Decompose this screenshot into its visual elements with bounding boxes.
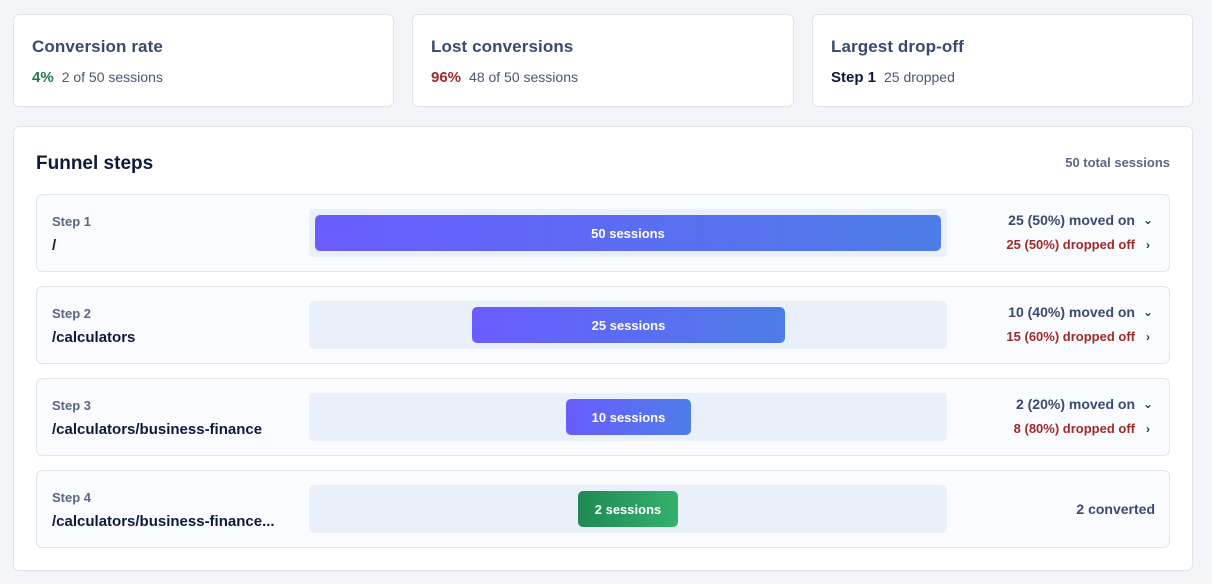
funnel-step-4: Step 4 /calculators/business-finance... … [36,470,1170,548]
moved-on-text: 2 (20%) moved on [1015,396,1135,412]
step-track: 25 sessions [309,301,947,349]
dropped-off-text: 25 (50%) dropped off [1006,237,1135,252]
step-bar: 10 sessions [566,399,691,435]
stat-subtext: 25 dropped [884,69,955,85]
step-label: Step 3 [52,398,92,413]
chevron-down-icon: ⌄ [1142,305,1154,319]
stat-card-lost-conversions: Lost conversions 96% 48 of 50 sessions [412,14,794,107]
stat-card-conversion-rate: Conversion rate 4% 2 of 50 sessions [13,14,394,107]
step-path: /calculators/business-finance [52,421,263,438]
step-path: / [52,237,57,254]
funnel-panel: Funnel steps 50 total sessions Step 1 / … [13,126,1193,571]
dropped-off-link[interactable]: 25 (50%) dropped off › [1006,237,1155,252]
chevron-right-icon: › [1146,329,1150,344]
stat-title: Conversion rate [32,37,163,56]
stat-title: Largest drop-off [831,37,964,56]
step-track: 2 sessions [309,485,947,533]
step-bar: 50 sessions [315,215,941,251]
chevron-right-icon: › [1146,237,1150,252]
stat-value: Step 1 [831,69,877,86]
step-label: Step 2 [52,306,92,321]
step-bar: 2 sessions [578,491,678,527]
stat-subtext: 48 of 50 sessions [469,69,578,85]
converted-count: 2 converted [1076,501,1155,517]
funnel-step-3: Step 3 /calculators/business-finance 10 … [36,378,1170,456]
step-path: /calculators/business-finance... [52,513,275,530]
dropped-off-text: 8 (80%) dropped off [1013,421,1135,436]
step-bar: 25 sessions [472,307,785,343]
chevron-down-icon: ⌄ [1142,397,1154,411]
stat-card-largest-drop-off: Largest drop-off Step 1 25 dropped [812,14,1193,107]
chevron-right-icon: › [1146,421,1150,436]
step-track: 10 sessions [309,393,947,441]
step-label: Step 1 [52,214,92,229]
moved-on-toggle[interactable]: 10 (40%) moved on ⌄ [1008,304,1155,320]
funnel-step-2: Step 2 /calculators 25 sessions 10 (40%)… [36,286,1170,364]
dropped-off-link[interactable]: 8 (80%) dropped off › [1014,421,1155,436]
total-sessions: 50 total sessions [1065,155,1170,170]
stat-subtext: 2 of 50 sessions [61,69,163,85]
funnel-title: Funnel steps [36,153,154,174]
step-track: 50 sessions [309,209,947,257]
moved-on-toggle[interactable]: 2 (20%) moved on ⌄ [1016,396,1155,412]
moved-on-text: 10 (40%) moved on [1008,304,1135,320]
dropped-off-link[interactable]: 15 (60%) dropped off › [1006,329,1155,344]
step-path: /calculators [52,329,136,346]
funnel-step-1: Step 1 / 50 sessions 25 (50%) moved on ⌄… [36,194,1170,272]
moved-on-text: 25 (50%) moved on [1008,212,1135,228]
stat-value: 4% [32,69,54,86]
chevron-down-icon: ⌄ [1142,213,1154,227]
step-label: Step 4 [52,490,92,505]
stat-value: 96% [431,69,462,86]
moved-on-toggle[interactable]: 25 (50%) moved on ⌄ [1008,212,1155,228]
stat-title: Lost conversions [431,37,574,56]
dropped-off-text: 15 (60%) dropped off [1006,329,1135,344]
